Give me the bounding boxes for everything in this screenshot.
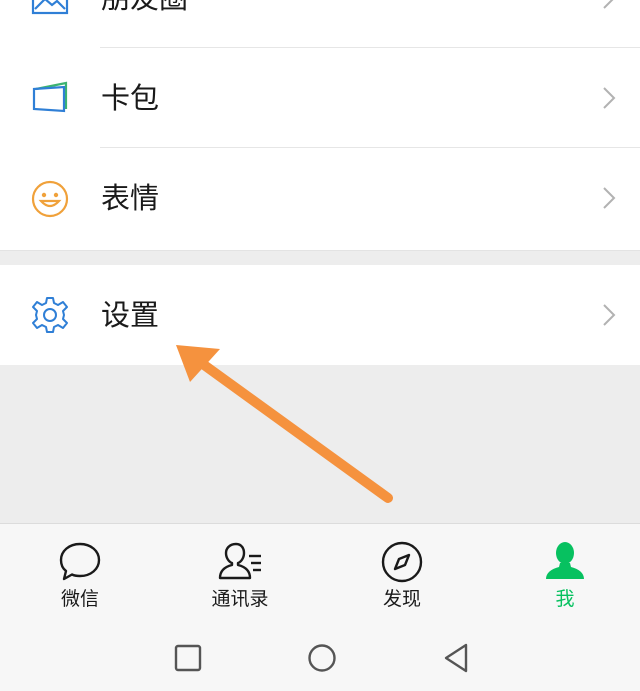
gear-icon (32, 297, 68, 333)
wallet-icon (32, 81, 68, 113)
chevron-right-icon (603, 304, 616, 326)
bottom-tab-bar: 微信 通讯录 发现 我 (0, 523, 640, 624)
menu-item-settings-label: 设置 (101, 298, 160, 332)
tab-chats-label: 微信 (60, 588, 99, 610)
menu-item-moments[interactable]: 朋友圈 (0, 0, 640, 48)
chevron-right-icon (603, 187, 616, 209)
system-nav-bar (0, 624, 640, 691)
tab-discover[interactable]: 发现 (322, 524, 482, 624)
recent-apps-icon[interactable] (170, 640, 206, 676)
chevron-right-icon (603, 0, 614, 9)
tab-chats[interactable]: 微信 (0, 524, 160, 624)
person-icon (546, 542, 584, 579)
image-icon (31, 0, 69, 15)
menu-item-stickers[interactable]: 表情 (0, 148, 640, 248)
menu-item-stickers-label: 表情 (101, 181, 160, 215)
home-icon[interactable] (304, 640, 340, 676)
menu-item-cards[interactable]: 卡包 (0, 48, 640, 148)
chevron-right-icon (603, 87, 616, 109)
smiley-icon (31, 180, 69, 218)
menu-group-main: 朋友圈 卡包 表情 (0, 0, 640, 250)
tab-me[interactable]: 我 (485, 524, 640, 624)
menu-item-cards-label: 卡包 (101, 81, 160, 115)
menu-item-settings[interactable]: 设置 (0, 265, 640, 365)
compass-icon (381, 541, 423, 583)
back-icon[interactable] (438, 640, 474, 676)
contacts-icon (218, 542, 261, 580)
menu-item-moments-label: 朋友圈 (101, 0, 188, 48)
section-divider (0, 250, 640, 251)
tab-me-label: 我 (555, 588, 575, 610)
tab-discover-label: 发现 (382, 588, 421, 610)
menu-group-settings: 设置 (0, 265, 640, 365)
chat-bubble-icon (59, 542, 101, 581)
tab-contacts-label: 通讯录 (211, 588, 269, 610)
tab-contacts[interactable]: 通讯录 (160, 524, 320, 624)
